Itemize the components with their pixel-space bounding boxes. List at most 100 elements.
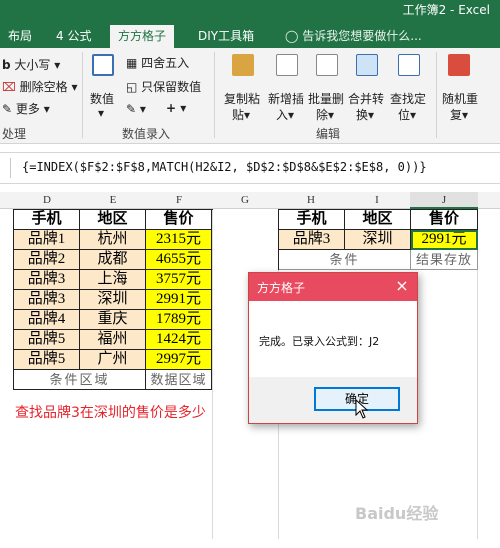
title-bar: 工作簿2 - Excel [0,0,500,20]
find-locate-label-2: 位▾ [398,108,417,122]
table-cell[interactable]: 品牌5 [14,350,80,370]
remove-spaces-label: 删除空格 [19,80,68,94]
table-cell[interactable]: 4655元 [146,250,212,270]
keep-values-button[interactable]: ◱ 只保留数值 [126,78,201,95]
dialog-title-bar: 方方格子 × [249,273,417,301]
table-cell[interactable]: 2315元 [146,230,212,250]
table-header-row: 手机 地区 售价 [279,210,478,230]
new-insert-label-2: 入▾ [276,108,295,122]
window-title: 工作簿2 - Excel [402,3,490,17]
header-phone[interactable]: 手机 [279,210,345,230]
table-row: 品牌5 广州 2997元 [14,350,213,370]
column-header-h[interactable]: H [278,194,344,208]
more-icon: ✎ [2,102,13,116]
tab-formulas[interactable]: 4 公式 [48,25,99,48]
column-header-e[interactable]: E [80,194,146,208]
table-cell[interactable]: 广州 [80,350,146,370]
table-cell[interactable]: 重庆 [80,310,146,330]
edit-dropdown-button[interactable]: ✎ ▾ [126,102,146,116]
table-cell[interactable]: 成都 [80,250,146,270]
column-header-d[interactable]: D [14,194,80,208]
more-label: 更多 [15,102,40,116]
table-footer-row: 条件区域 数据区域 [14,370,213,390]
numeric-label: 数值 [90,92,115,106]
dialog-footer: 确定 [249,377,417,423]
new-insert-label: 新增插 [268,92,305,106]
table-cell[interactable]: 品牌1 [14,230,80,250]
right-table: 手机 地区 售价 品牌3 深圳 2991元 条件 结果存放 [278,209,478,270]
header-region[interactable]: 地区 [345,210,411,230]
tab-layout[interactable]: 布局 [0,25,40,48]
keep-values-label: 只保留数值 [141,80,202,94]
table-cell[interactable]: 品牌2 [14,250,80,270]
round-button[interactable]: ▦ 四舍五入 [126,54,189,71]
case-label: 大小写 [14,58,51,72]
tab-fangfang[interactable]: 方方格子 [110,25,175,48]
table-cell[interactable]: 品牌5 [14,330,80,350]
table-cell[interactable]: 品牌3 [14,290,80,310]
result-label[interactable]: 结果存放 [411,250,478,270]
group-label-edit: 编辑 [316,127,341,141]
close-icon[interactable]: × [393,276,411,296]
plus-button[interactable]: + ▾ [166,101,186,115]
header-phone[interactable]: 手机 [14,210,80,230]
random-repeat-sub: 复 [450,108,463,122]
table-cell[interactable]: 品牌3 [14,270,80,290]
table-cell[interactable]: 1424元 [146,330,212,350]
remove-spaces-button[interactable]: ⌧ 删除空格 ▾ [2,78,78,95]
table-cell[interactable]: 深圳 [345,230,411,250]
new-insert-sub: 入 [276,108,289,122]
condition-label[interactable]: 条件 [279,250,411,270]
header-price[interactable]: 售价 [146,210,212,230]
data-area-label[interactable]: 数据区域 [146,370,212,390]
ribbon: b 大小写 ▾ ⌧ 删除空格 ▾ ✎ 更多 ▾ 处理 数值 ▾ ▦ 四舍五入 ◱… [0,48,500,144]
table-cell[interactable]: 福州 [80,330,146,350]
ribbon-divider [82,52,83,138]
table-cell[interactable]: 2997元 [146,350,212,370]
round-label: 四舍五入 [141,56,190,70]
column-header-j[interactable]: J [410,194,478,208]
more-button[interactable]: ✎ 更多 ▾ [2,100,50,117]
table-row: 品牌3 深圳 2991元 [279,230,478,250]
table-cell[interactable]: 上海 [80,270,146,290]
table-cell[interactable]: 杭州 [80,230,146,250]
tab-diy-toolbox[interactable]: DIY工具箱 [190,25,262,48]
find-locate-label: 查找定 [390,92,427,106]
table-row: 品牌2 成都 4655元 [14,250,213,270]
dialog-message: 完成。已录入公式到：J2 [259,335,380,348]
table-cell[interactable]: 3757元 [146,270,212,290]
table-cell[interactable]: 2991元 [146,290,212,310]
batch-delete-label: 批量删 [308,92,345,106]
random-repeat-label-2: 复▾ [450,108,469,122]
find-locate-sub: 位 [398,108,411,122]
case-button[interactable]: b 大小写 ▾ [2,56,60,73]
numeric-dropdown-icon: ▾ [98,106,105,120]
column-header-f[interactable]: F [146,194,212,208]
table-cell[interactable]: 深圳 [80,290,146,310]
selected-result-cell[interactable]: 2991元 [411,230,478,250]
formula-text[interactable]: {=INDEX($F$2:$F$8,MATCH(H2&I2, $D$2:$D$8… [22,160,427,174]
tell-me-box[interactable]: ◯ 告诉我您想要做什么... [285,25,422,47]
column-header-i[interactable]: I [344,194,410,208]
copy-paste-label: 复制粘 [224,92,261,106]
message-dialog: 方方格子 × 完成。已录入公式到：J2 确定 [248,272,418,424]
random-repeat-label: 随机重 [442,92,479,106]
formula-bar[interactable]: {=INDEX($F$2:$F$8,MATCH(H2&I2, $D$2:$D$8… [0,152,500,184]
group-label-process: 处理 [2,127,27,141]
copy-paste-label-2: 贴▾ [232,108,251,122]
table-cell[interactable]: 1789元 [146,310,212,330]
header-price[interactable]: 售价 [411,210,478,230]
batch-delete-sub: 除 [316,108,329,122]
column-header-g[interactable]: G [212,194,278,208]
ribbon-divider [214,52,215,138]
formula-bar-divider [10,158,11,178]
group-label-numeric: 数值录入 [122,127,171,141]
table-row: 品牌3 深圳 2991元 [14,290,213,310]
copy-paste-sub: 贴 [232,108,245,122]
table-cell[interactable]: 品牌3 [279,230,345,250]
search-icon [398,54,420,76]
watermark-logo: Baidu经验 [355,504,439,523]
condition-area-label[interactable]: 条件区域 [14,370,146,390]
header-region[interactable]: 地区 [80,210,146,230]
table-cell[interactable]: 品牌4 [14,310,80,330]
